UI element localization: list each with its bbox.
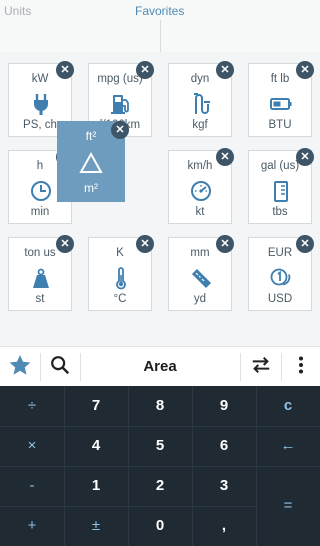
plug-icon (29, 92, 53, 116)
remove-favorite-button[interactable]: ✕ (216, 235, 234, 253)
tile-to-unit: min (30, 206, 50, 218)
fuel-pump-icon (109, 92, 133, 116)
key-7[interactable]: 7 (64, 386, 128, 426)
weight-icon (29, 266, 53, 290)
tile-to-unit: m² (84, 181, 98, 195)
remove-favorite-button[interactable]: ✕ (216, 61, 234, 79)
clock-icon (29, 179, 53, 203)
coins-icon (269, 266, 293, 290)
more-vert-icon (298, 356, 304, 379)
key-4[interactable]: 4 (64, 426, 128, 466)
favorites-grid: kW PS, ch ✕ mpg (us) l/100km ✕ dyn kgf ✕… (0, 58, 320, 346)
swap-units-button[interactable] (241, 347, 281, 387)
remove-favorite-button[interactable]: ✕ (296, 61, 314, 79)
remove-favorite-button[interactable]: ✕ (56, 235, 74, 253)
tab-units[interactable]: Units (4, 4, 31, 18)
ruler-icon (189, 266, 213, 290)
thermometer-icon (109, 266, 133, 290)
plus-key[interactable]: + (0, 506, 64, 546)
tile-to-unit: °C (113, 293, 127, 305)
tab-divider (160, 20, 161, 52)
tile-to-unit: kt (195, 206, 205, 218)
key-2[interactable]: 2 (128, 466, 192, 506)
key-6[interactable]: 6 (192, 426, 256, 466)
key-8[interactable]: 8 (128, 386, 192, 426)
decimal-comma-key[interactable]: , (192, 506, 256, 546)
remove-favorite-button[interactable]: ✕ (296, 235, 314, 253)
tile-to-unit: st (35, 293, 45, 305)
toolbar: Area (0, 346, 320, 386)
battery-icon (269, 92, 293, 116)
backspace-key[interactable]: ← (256, 426, 320, 466)
key-0[interactable]: 0 (128, 506, 192, 546)
remove-favorite-button[interactable]: ✕ (56, 61, 74, 79)
sign-toggle-key[interactable]: ± (64, 506, 128, 546)
key-5[interactable]: 5 (128, 426, 192, 466)
measuring-cup-icon (269, 179, 293, 203)
category-title[interactable]: Area (80, 347, 240, 387)
favorites-star-button[interactable] (0, 347, 40, 387)
key-9[interactable]: 9 (192, 386, 256, 426)
search-button[interactable] (40, 347, 80, 387)
tile-to-unit: tbs (272, 206, 288, 218)
tile-to-unit: yd (193, 293, 207, 305)
swap-arrows-icon (250, 354, 272, 381)
key-3[interactable]: 3 (192, 466, 256, 506)
key-1[interactable]: 1 (64, 466, 128, 506)
remove-favorite-button[interactable]: ✕ (136, 235, 154, 253)
remove-favorite-button[interactable]: ✕ (216, 148, 234, 166)
tab-bar: Units Favorites (0, 0, 320, 52)
remove-favorite-button[interactable]: ✕ (136, 61, 154, 79)
multiply-key[interactable]: × (0, 426, 64, 466)
remove-favorite-button[interactable]: ✕ (296, 148, 314, 166)
tile-to-unit: BTU (268, 119, 292, 131)
overflow-menu-button[interactable] (281, 347, 320, 387)
speedometer-icon (189, 179, 213, 203)
keypad: ÷ 7 8 9 c × 4 5 6 ← - 1 2 3 = + ± 0 , (0, 386, 320, 546)
equals-key[interactable]: = (256, 466, 320, 546)
clear-key[interactable]: c (256, 386, 320, 426)
star-icon (8, 353, 32, 382)
minus-key[interactable]: - (0, 466, 64, 506)
remove-favorite-button[interactable]: ✕ (111, 121, 129, 139)
tile-to-unit: USD (267, 293, 293, 305)
triangle-icon (79, 151, 103, 175)
tile-to-unit: kgf (192, 119, 208, 131)
divide-key[interactable]: ÷ (0, 386, 64, 426)
tab-favorites[interactable]: Favorites (135, 4, 184, 18)
spring-icon (189, 92, 213, 116)
search-icon (49, 354, 71, 381)
